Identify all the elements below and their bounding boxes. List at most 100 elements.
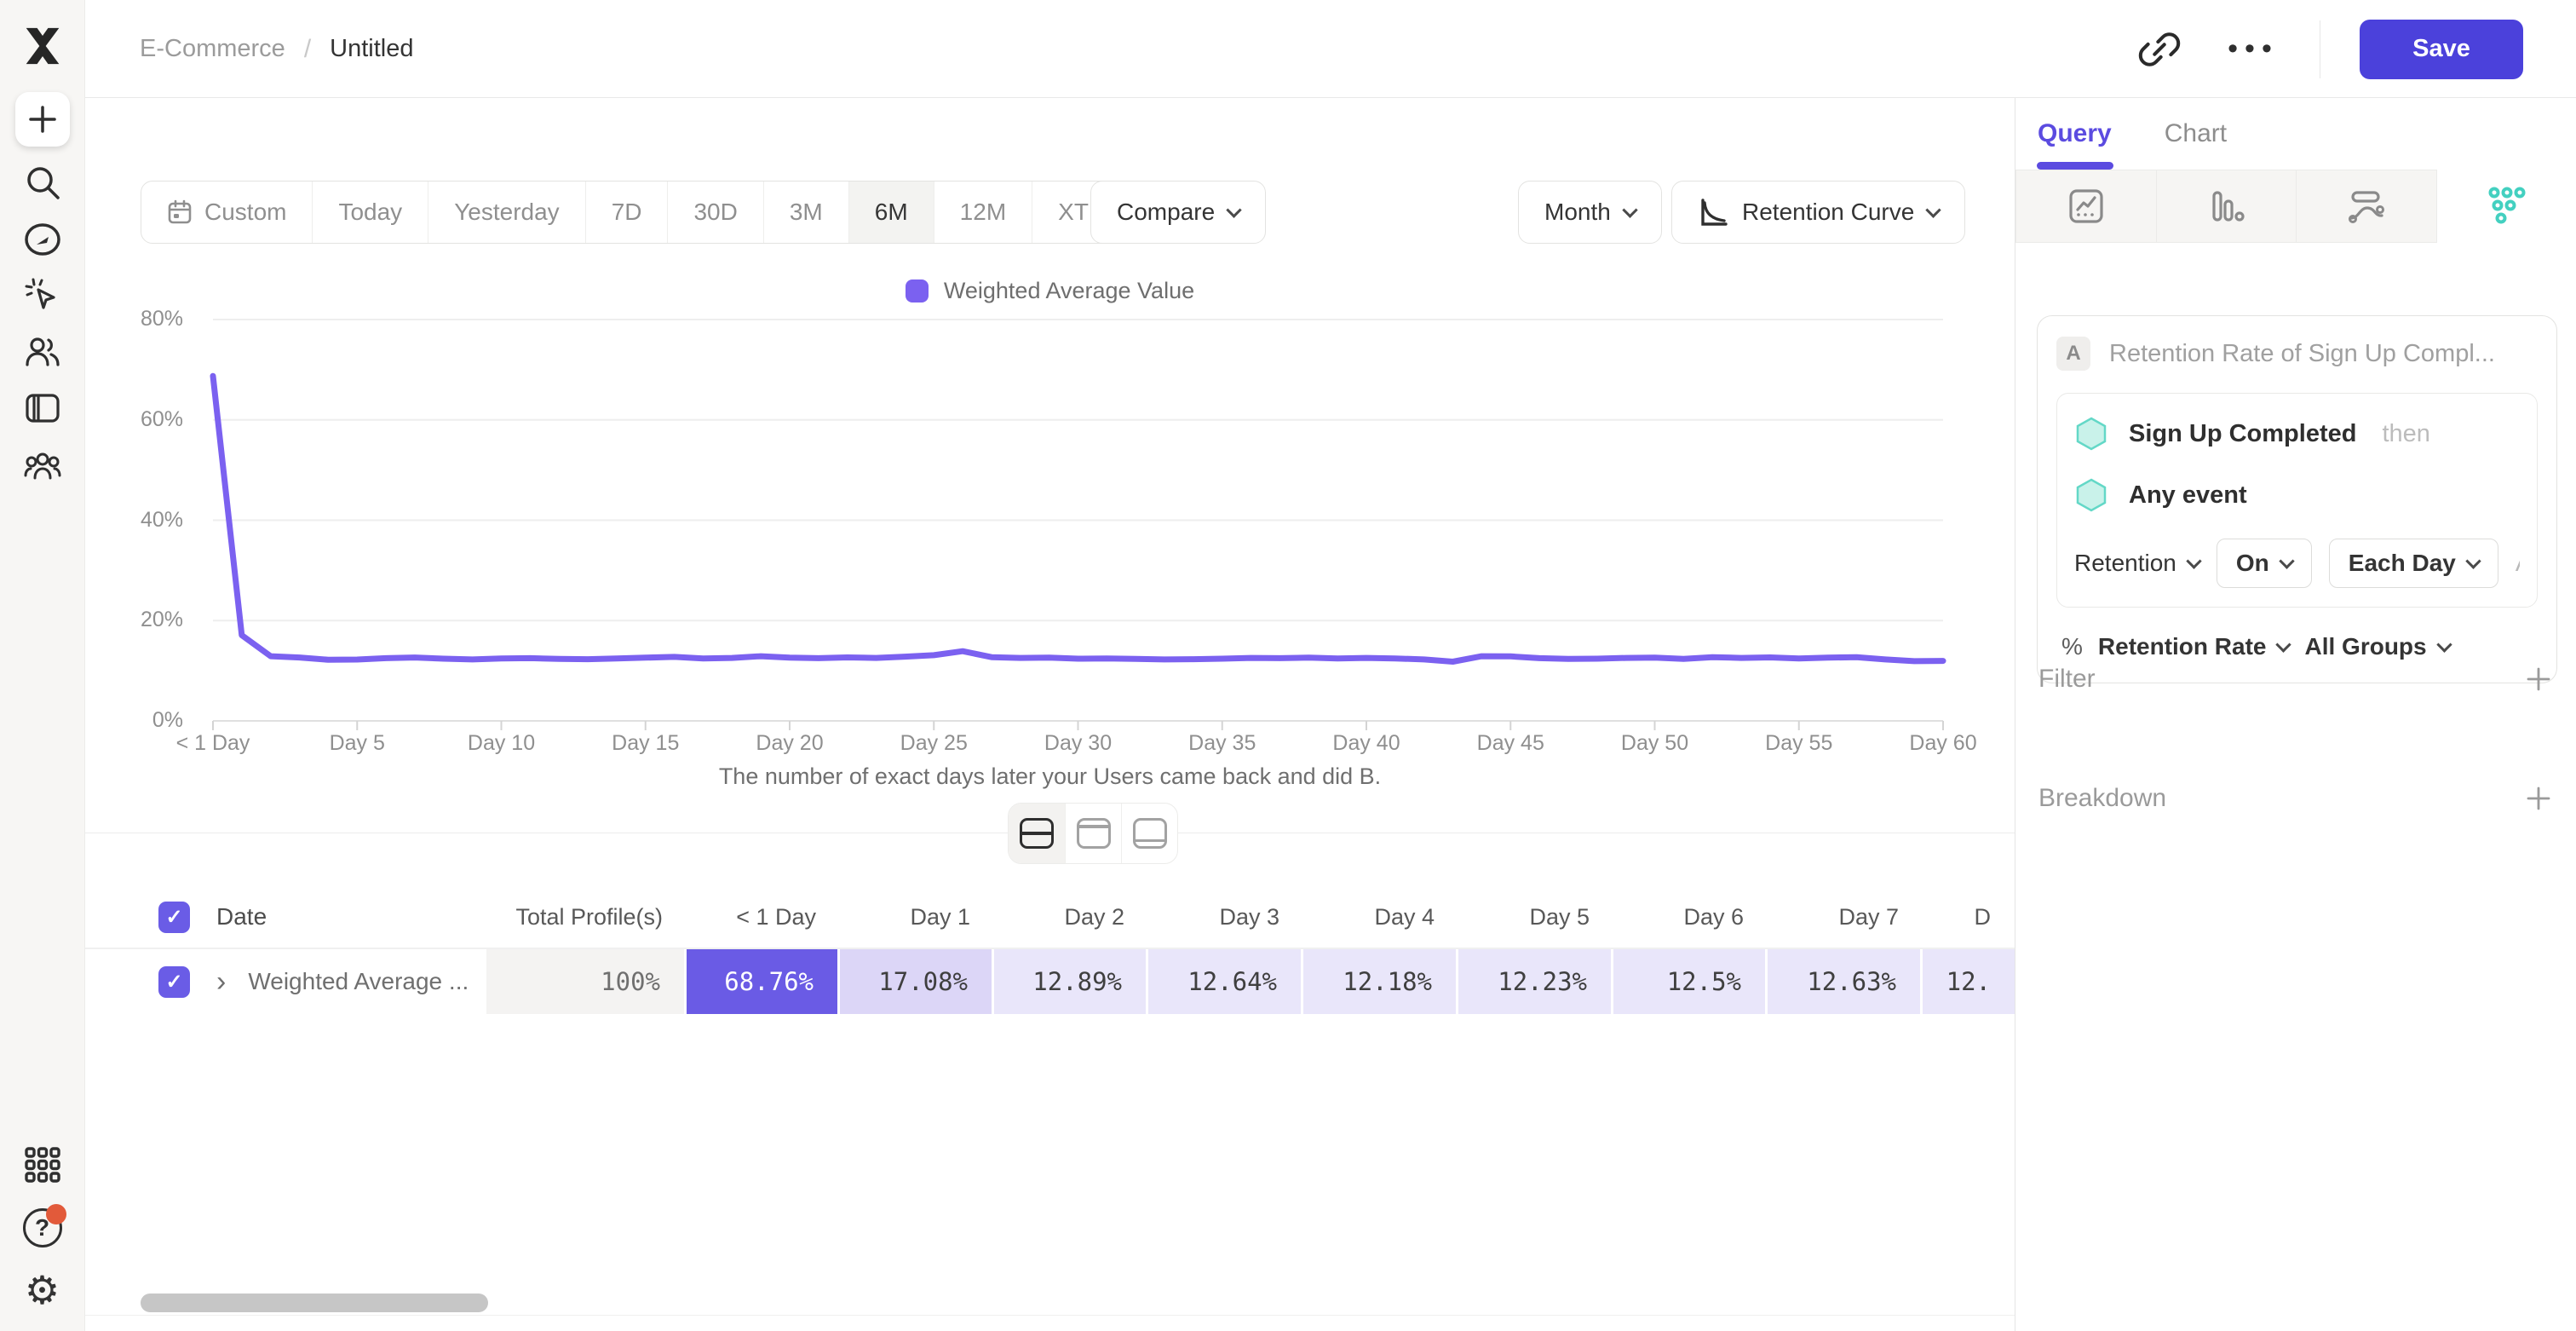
column-header[interactable]: Total Profile(s)	[486, 886, 687, 948]
layout-split-button[interactable]	[1009, 804, 1065, 863]
gear-icon: ⚙	[25, 1270, 60, 1310]
range-custom[interactable]: Custom	[141, 182, 312, 243]
metric-dropdown[interactable]: Retention Rate	[2098, 633, 2290, 660]
mixpanel-logo-icon	[23, 26, 62, 66]
board-icon	[23, 389, 62, 428]
column-header[interactable]: Day 7	[1768, 886, 1923, 948]
layout-table-only-button[interactable]	[1121, 804, 1177, 863]
retention-type-dropdown[interactable]: Retention	[2074, 550, 2199, 577]
query-step-badge: A	[2056, 337, 2090, 371]
x-tick-label: Day 50	[1587, 731, 1723, 756]
range-6m-active[interactable]: 6M	[848, 182, 934, 243]
retention-value-cell[interactable]: 12.63%	[1768, 949, 1923, 1014]
range-today[interactable]: Today	[312, 182, 428, 243]
column-header[interactable]: < 1 Day	[687, 886, 840, 948]
x-tick-label: Day 25	[865, 731, 1002, 756]
horizontal-scrollbar-thumb[interactable]	[141, 1294, 488, 1312]
column-header[interactable]: Day 4	[1303, 886, 1458, 948]
help-button[interactable]: ?	[15, 1201, 70, 1255]
query-title[interactable]: Retention Rate of Sign Up Compl...	[2109, 340, 2495, 368]
breadcrumb-report-title[interactable]: Untitled	[330, 35, 413, 63]
add-breakdown-button[interactable]	[2525, 785, 2552, 812]
row-checkbox[interactable]: ✓	[158, 966, 190, 998]
report-type-strip	[2015, 170, 2576, 243]
tab-chart[interactable]: Chart	[2165, 119, 2227, 148]
groups-dropdown[interactable]: All Groups	[2304, 633, 2449, 660]
copy-link-button[interactable]	[2132, 22, 2187, 77]
cohorts-nav-button[interactable]	[15, 440, 70, 494]
chart-legend: Weighted Average Value	[85, 278, 2015, 304]
row-expand-icon[interactable]: ›	[216, 967, 226, 996]
layout-chart-only-button[interactable]	[1065, 804, 1121, 863]
column-header[interactable]: Day 3	[1148, 886, 1303, 948]
chart-type-dropdown[interactable]: Retention Curve	[1671, 181, 1965, 244]
users-nav-button[interactable]	[15, 325, 70, 379]
retention-value-cell[interactable]: 12.23%	[1458, 949, 1613, 1014]
breadcrumb-project[interactable]: E-Commerce	[140, 35, 285, 63]
event-a-row[interactable]: Sign Up Completed then	[2074, 416, 2520, 452]
retention-line-chart[interactable]	[136, 308, 1989, 743]
add-filter-button[interactable]	[2525, 666, 2552, 693]
column-header[interactable]: Day 5	[1458, 886, 1613, 948]
tab-query[interactable]: Query	[2038, 119, 2112, 148]
each-day-dropdown[interactable]: Each Day	[2329, 539, 2498, 588]
more-options-button[interactable]: •••	[2226, 22, 2280, 77]
flows-icon	[2346, 186, 2387, 227]
retention-value-cell[interactable]: 12.	[1923, 949, 2015, 1014]
retention-value-cell[interactable]: 12.5%	[1613, 949, 1768, 1014]
table-header-row: ✓ Date Total Profile(s)< 1 DayDay 1Day 2…	[85, 886, 2015, 948]
create-new-button[interactable]	[15, 92, 70, 147]
event-b-row[interactable]: Any event	[2074, 477, 2520, 513]
range-yesterday[interactable]: Yesterday	[428, 182, 585, 243]
chevron-down-icon	[2465, 553, 2481, 568]
compare-button[interactable]: Compare	[1090, 181, 1266, 244]
column-header[interactable]: D	[1923, 886, 2015, 948]
active-tab-underline	[2037, 162, 2113, 170]
discover-nav-button[interactable]	[15, 212, 70, 267]
apps-grid-icon	[24, 1146, 61, 1184]
y-tick-label: 40%	[98, 508, 183, 533]
boards-nav-button[interactable]	[15, 381, 70, 435]
date-column-header[interactable]: Date	[216, 903, 267, 931]
table-row-label-col: ✓ › Weighted Average ...	[85, 949, 486, 1014]
column-header[interactable]: Day 2	[994, 886, 1148, 948]
x-tick-label: Day 30	[1010, 731, 1147, 756]
column-header[interactable]: Day 6	[1613, 886, 1768, 948]
chart-caption: The number of exact days later your User…	[85, 763, 2015, 790]
retention-value-cell[interactable]: 12.18%	[1303, 949, 1458, 1014]
retention-value-cell[interactable]: 12.89%	[994, 949, 1148, 1014]
granularity-dropdown[interactable]: Month	[1518, 181, 1662, 244]
x-tick-label: Day 15	[578, 731, 714, 756]
save-button[interactable]: Save	[2360, 20, 2523, 79]
on-dropdown[interactable]: On	[2217, 539, 2312, 588]
search-nav-button[interactable]	[15, 155, 70, 210]
range-30d[interactable]: 30D	[667, 182, 762, 243]
retention-value-cell[interactable]: 17.08%	[840, 949, 994, 1014]
range-7d[interactable]: 7D	[585, 182, 668, 243]
mixpanel-logo[interactable]	[15, 19, 70, 73]
retention-value-cell[interactable]: 12.64%	[1148, 949, 1303, 1014]
settings-button[interactable]: ⚙	[15, 1263, 70, 1317]
range-12m[interactable]: 12M	[934, 182, 1032, 243]
range-3m[interactable]: 3M	[763, 182, 848, 243]
select-all-checkbox[interactable]: ✓	[158, 902, 190, 933]
left-nav-rail: ? ⚙	[0, 0, 85, 1331]
chevron-down-icon	[2186, 553, 2201, 568]
retention-curve-icon	[1698, 197, 1728, 228]
report-retention-tab-active[interactable]	[2437, 170, 2576, 243]
retention-value-cell[interactable]: 100%	[486, 949, 687, 1014]
events-nav-button[interactable]	[15, 268, 70, 323]
report-flows-tab[interactable]	[2297, 170, 2437, 243]
advanced-dropdown[interactable]: Adv...	[2516, 550, 2520, 577]
retention-value-cell[interactable]: 68.76%	[687, 949, 840, 1014]
apps-grid-button[interactable]	[15, 1138, 70, 1192]
report-funnels-tab[interactable]	[2157, 170, 2297, 243]
report-insights-tab[interactable]	[2015, 170, 2157, 243]
x-tick-label: Day 35	[1154, 731, 1291, 756]
chevron-down-icon	[1926, 202, 1941, 217]
retention-table: ✓ Date Total Profile(s)< 1 DayDay 1Day 2…	[85, 886, 2015, 1014]
table-row[interactable]: ✓ › Weighted Average ... 100%68.76%17.08…	[85, 948, 2015, 1014]
cursor-click-icon	[23, 276, 62, 315]
x-tick-label: Day 10	[434, 731, 570, 756]
column-header[interactable]: Day 1	[840, 886, 994, 948]
